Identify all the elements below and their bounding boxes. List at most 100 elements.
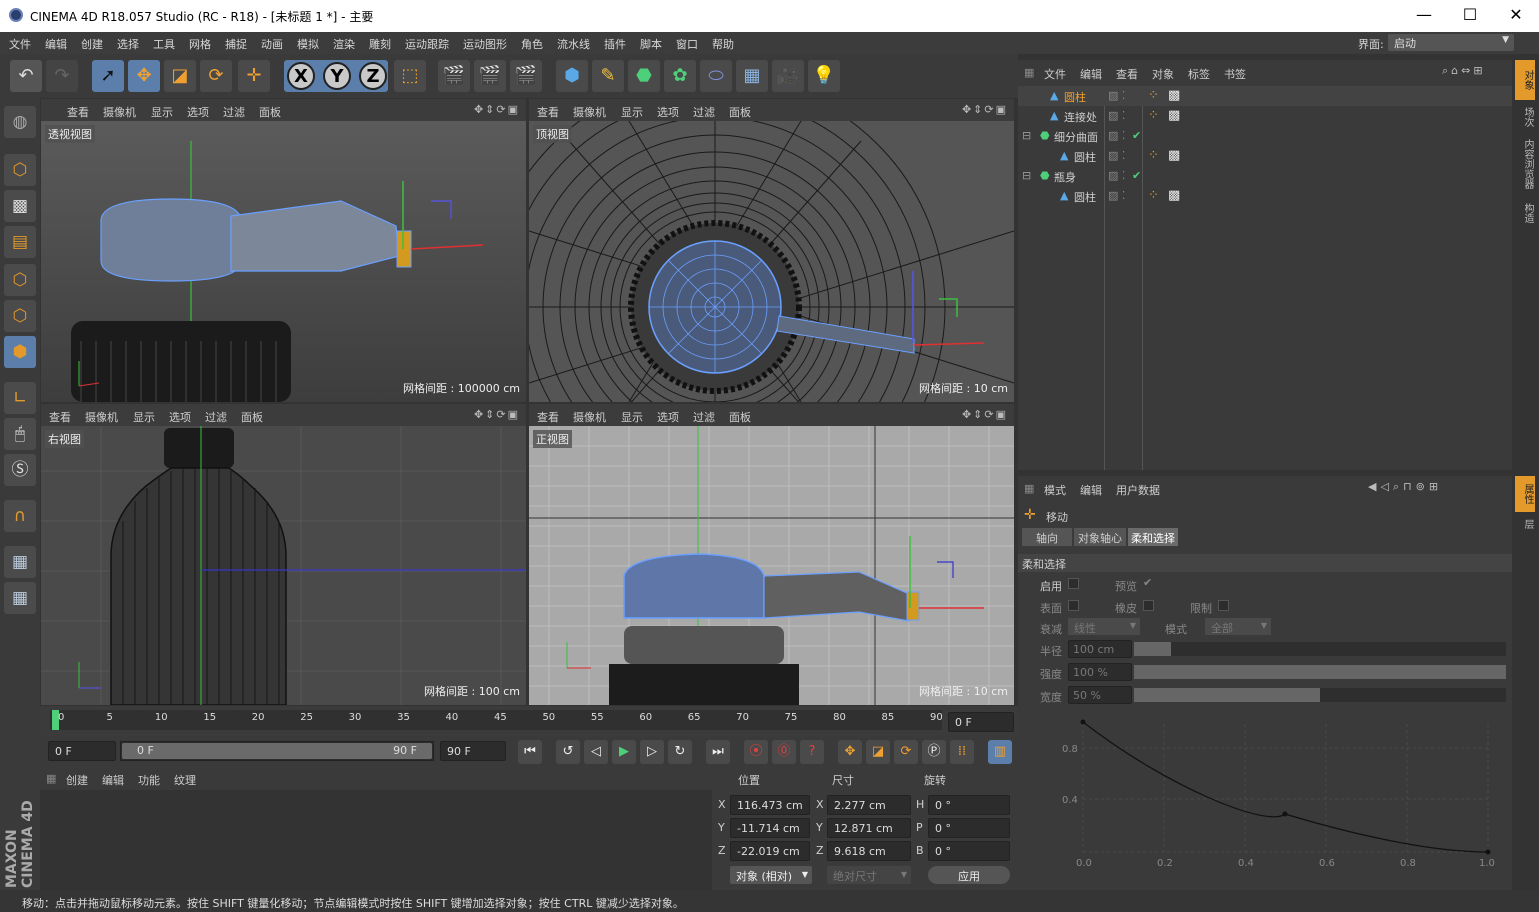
key-pla-button[interactable]: ⁞⁞	[950, 740, 974, 764]
tab-object-axis[interactable]: 对象轴心	[1074, 528, 1126, 546]
vp-menu-display[interactable]: 显示	[133, 409, 155, 425]
next-frame-button[interactable]: ▷	[640, 740, 664, 764]
y-axis-button[interactable]: Y	[323, 62, 351, 90]
mat-menu-texture[interactable]: 纹理	[174, 772, 196, 788]
snap-button[interactable]: Ⓢ	[4, 454, 36, 486]
key-scale-button[interactable]: ◪	[866, 740, 890, 764]
uvw-tag-icon[interactable]: ▩	[1168, 148, 1180, 163]
mat-menu-create[interactable]: 创建	[66, 772, 88, 788]
next-key-button[interactable]: ↻	[668, 740, 692, 764]
falloff-dropdown[interactable]: 线性 ▼	[1068, 618, 1140, 635]
coord-mode-dropdown[interactable]: 对象 (相对) ▼	[730, 866, 812, 884]
rotate-tool-button[interactable]: ⟳	[200, 60, 232, 92]
vp-menu-display[interactable]: 显示	[151, 104, 173, 120]
rot-b-field[interactable]: 0 °	[928, 841, 1010, 861]
model-mode-button[interactable]: ⬡	[4, 154, 36, 186]
preview-checkmark-icon[interactable]: ✔	[1143, 576, 1152, 589]
width-slider[interactable]	[1134, 688, 1506, 702]
size-x-field[interactable]: 2.277 cm	[827, 795, 911, 815]
vp-menu-filter[interactable]: 过滤	[205, 409, 227, 425]
attr-nav-icons[interactable]: ◀◁⌕⊓⊚⊞	[1368, 480, 1442, 494]
menu-mograph[interactable]: 运动图形	[463, 36, 507, 52]
strength-slider[interactable]	[1134, 665, 1506, 679]
vp-menu-panel[interactable]: 面板	[729, 104, 751, 120]
current-frame-field[interactable]: 0 F	[948, 712, 1014, 732]
obj-menu-view[interactable]: 查看	[1116, 66, 1138, 82]
visibility-toggle-icon[interactable]: ▨ ⁚	[1108, 189, 1125, 202]
vp-menu-view[interactable]: 查看	[49, 409, 71, 425]
vp-menu-options[interactable]: 选项	[187, 104, 209, 120]
viewport-right[interactable]: 查看 摄像机 显示 选项 过滤 面板 ✥⇕⟳▣ 右视图 网格间距 : 100 c…	[41, 404, 526, 705]
tab-content-browser[interactable]: 内容浏览器	[1515, 134, 1535, 194]
edges-mode-button[interactable]: ⬡	[4, 300, 36, 332]
tab-layers[interactable]: 层	[1515, 514, 1535, 534]
tab-takes[interactable]: 场次	[1515, 102, 1535, 132]
points-mode-button[interactable]: ⬡	[4, 264, 36, 296]
object-search-icons[interactable]: ⌕⌂⇔⊞	[1442, 64, 1486, 78]
size-y-field[interactable]: 12.871 cm	[827, 818, 911, 838]
radius-field[interactable]: 100 cm	[1068, 640, 1132, 658]
vp-menu-display[interactable]: 显示	[621, 409, 643, 425]
uvw-tag-icon[interactable]: ▩	[1168, 188, 1180, 203]
viewport-nav-icons[interactable]: ✥⇕⟳▣	[474, 103, 520, 116]
vp-menu-panel[interactable]: 面板	[241, 409, 263, 425]
visibility-toggle-icon[interactable]: ▨ ⁚	[1108, 109, 1125, 122]
texture-mode-button[interactable]: ▩	[4, 190, 36, 222]
obj-menu-edit[interactable]: 编辑	[1080, 66, 1102, 82]
menu-snap[interactable]: 捕捉	[225, 36, 247, 52]
vp-menu-panel[interactable]: 面板	[729, 409, 751, 425]
camera-button[interactable]: 🎥	[772, 60, 804, 92]
rot-h-field[interactable]: 0 °	[928, 795, 1010, 815]
object-row[interactable]: ▲ 圆柱 ▨ ⁚ ⁘ ▩	[1018, 146, 1512, 166]
make-editable-button[interactable]: ◍	[4, 106, 36, 138]
close-button[interactable]: ✕	[1493, 4, 1539, 28]
object-row[interactable]: ▲ 圆柱 ▨ ⁚ ⁘ ▩	[1018, 86, 1512, 106]
phong-tag-icon[interactable]: ⁘	[1148, 148, 1159, 163]
visibility-toggle-icon[interactable]: ▨ ⁚	[1108, 129, 1125, 142]
render-picture-viewer-button[interactable]: 🎬	[474, 60, 506, 92]
viewport-nav-icons[interactable]: ✥⇕⟳▣	[474, 408, 520, 421]
object-row[interactable]: ▲ 连接处 ▨ ⁚ ⁘ ▩	[1018, 106, 1512, 126]
phong-tag-icon[interactable]: ⁘	[1148, 188, 1159, 203]
menu-script[interactable]: 脚本	[640, 36, 662, 52]
live-select-button[interactable]: ➚	[92, 60, 124, 92]
viewport-perspective[interactable]: 查看 摄像机 显示 选项 过滤 面板 ✥⇕⟳▣ 透视视图 网格间距 : 1000…	[41, 99, 526, 402]
rubber-checkbox[interactable]	[1143, 600, 1154, 611]
record-button[interactable]: ⦿	[744, 740, 768, 764]
floor-button[interactable]: ▦	[736, 60, 768, 92]
falloff-curve-graph[interactable]: 0.8 0.4 0.0 0.2 0.4 0.6 0.8 1.0	[1048, 708, 1512, 888]
object-name[interactable]: 圆柱	[1074, 189, 1096, 205]
tab-structure[interactable]: 构造	[1515, 196, 1535, 230]
pos-z-field[interactable]: -22.019 cm	[730, 841, 810, 861]
goto-start-button[interactable]: ⏮	[518, 740, 542, 764]
vp-menu-panel[interactable]: 面板	[259, 104, 281, 120]
expand-toggle-icon[interactable]: ⊟	[1022, 129, 1031, 142]
menu-help[interactable]: 帮助	[712, 36, 734, 52]
render-view-button[interactable]: 🎬	[438, 60, 470, 92]
object-name[interactable]: 连接处	[1064, 109, 1097, 125]
menu-character[interactable]: 角色	[521, 36, 543, 52]
tab-soft-selection[interactable]: 柔和选择	[1128, 528, 1178, 546]
cube-object-button[interactable]: ⬢	[556, 60, 588, 92]
tab-axis[interactable]: 轴向	[1022, 528, 1072, 546]
apply-button[interactable]: 应用	[928, 866, 1010, 884]
play-button[interactable]: ▶	[612, 740, 636, 764]
expand-toggle-icon[interactable]: ⊟	[1022, 169, 1031, 182]
object-name[interactable]: 圆柱	[1064, 89, 1086, 105]
menu-render[interactable]: 渲染	[333, 36, 355, 52]
phong-tag-icon[interactable]: ⁘	[1148, 108, 1159, 123]
move-tool-button[interactable]: ✥	[128, 60, 160, 92]
menu-edit[interactable]: 编辑	[45, 36, 67, 52]
obj-menu-bookmarks[interactable]: 书签	[1224, 66, 1246, 82]
timeline-window-button[interactable]: ▥	[988, 740, 1012, 764]
width-field[interactable]: 50 %	[1068, 686, 1132, 704]
subdivision-button[interactable]: ⬣	[628, 60, 660, 92]
object-name[interactable]: 圆柱	[1074, 149, 1096, 165]
vp-menu-options[interactable]: 选项	[169, 409, 191, 425]
key-rotation-button[interactable]: ⟳	[894, 740, 918, 764]
key-position-button[interactable]: ✥	[838, 740, 862, 764]
enabled-check-icon[interactable]: ✔	[1132, 169, 1141, 182]
rot-p-field[interactable]: 0 °	[928, 818, 1010, 838]
prev-key-button[interactable]: ↺	[556, 740, 580, 764]
timeline-ruler[interactable]: 0 5 10 15 20 25 30 35 40 45 50 55 60 65 70 75 80 85 90 0 F	[40, 706, 1018, 736]
